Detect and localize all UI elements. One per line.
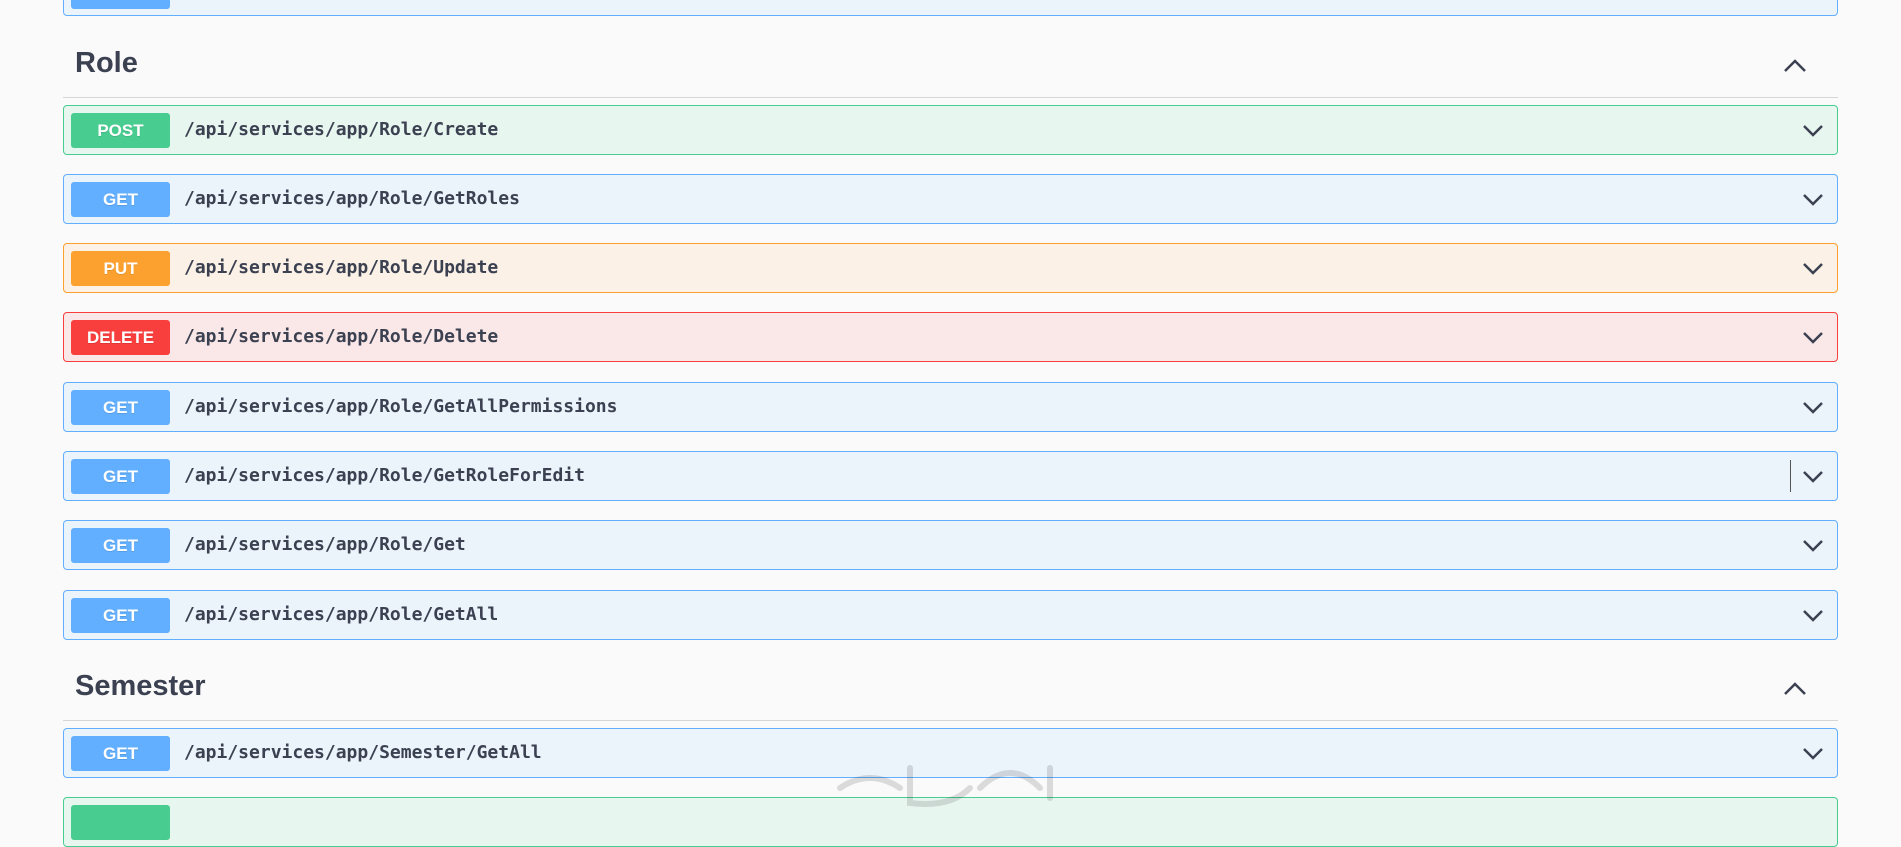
chevron-down-icon[interactable]: [1801, 258, 1825, 278]
chevron-down-icon[interactable]: [1801, 397, 1825, 417]
method-badge: GET: [71, 736, 170, 771]
method-badge: POST: [71, 113, 170, 148]
operation-path: /api/services/app/Role/GetAllPermissions: [184, 396, 618, 417]
chevron-down-icon[interactable]: [1801, 189, 1825, 209]
method-badge: GET: [71, 528, 170, 563]
operation-path: /api/services/app/Role/Get: [184, 534, 466, 555]
method-badge: PUT: [71, 251, 170, 286]
operation-path: /api/services/app/Role/GetAll: [184, 604, 499, 625]
method-badge: [71, 805, 170, 840]
watermark-logo: [837, 765, 1053, 807]
operation-row[interactable]: POST /api/services/app/Role/Create: [63, 105, 1838, 155]
tag-title: Role: [75, 47, 138, 79]
operation-row[interactable]: GET /api/services/app/Role/GetRoleForEdi…: [63, 451, 1838, 501]
method-badge: GET: [71, 598, 170, 633]
operation-row[interactable]: GET /api/services/app/Role/GetAll: [63, 590, 1838, 640]
chevron-down-icon[interactable]: [1801, 327, 1825, 347]
operation-row[interactable]: GET /api/services/app/Role/GetAllPermiss…: [63, 382, 1838, 432]
previous-operation-row[interactable]: [63, 0, 1838, 16]
operation-row[interactable]: GET /api/services/app/Role/Get: [63, 520, 1838, 570]
tag-title: Semester: [75, 670, 206, 702]
operation-path: /api/services/app/Role/Create: [184, 119, 499, 140]
operation-path: /api/services/app/Role/Delete: [184, 326, 499, 347]
chevron-down-icon[interactable]: [1801, 743, 1825, 763]
chevron-up-icon[interactable]: [1782, 56, 1808, 76]
method-badge: GET: [71, 390, 170, 425]
operation-row[interactable]: PUT /api/services/app/Role/Update: [63, 243, 1838, 293]
text-cursor: [1790, 460, 1791, 492]
operation-path: /api/services/app/Role/Update: [184, 257, 499, 278]
method-badge: DELETE: [71, 320, 170, 355]
operation-path: /api/services/app/Role/GetRoleForEdit: [184, 465, 585, 486]
operation-path: /api/services/app/Role/GetRoles: [184, 188, 520, 209]
chevron-down-icon[interactable]: [1801, 120, 1825, 140]
tag-header-semester[interactable]: Semester: [63, 657, 1838, 721]
operation-row[interactable]: DELETE /api/services/app/Role/Delete: [63, 312, 1838, 362]
chevron-up-icon[interactable]: [1782, 679, 1808, 699]
operation-path: /api/services/app/Semester/GetAll: [184, 742, 542, 763]
operation-row[interactable]: GET /api/services/app/Role/GetRoles: [63, 174, 1838, 224]
chevron-down-icon[interactable]: [1801, 605, 1825, 625]
method-badge: [71, 0, 170, 9]
chevron-down-icon[interactable]: [1801, 466, 1825, 486]
tag-header-role[interactable]: Role: [63, 34, 1838, 98]
method-badge: GET: [71, 182, 170, 217]
method-badge: GET: [71, 459, 170, 494]
chevron-down-icon[interactable]: [1801, 535, 1825, 555]
